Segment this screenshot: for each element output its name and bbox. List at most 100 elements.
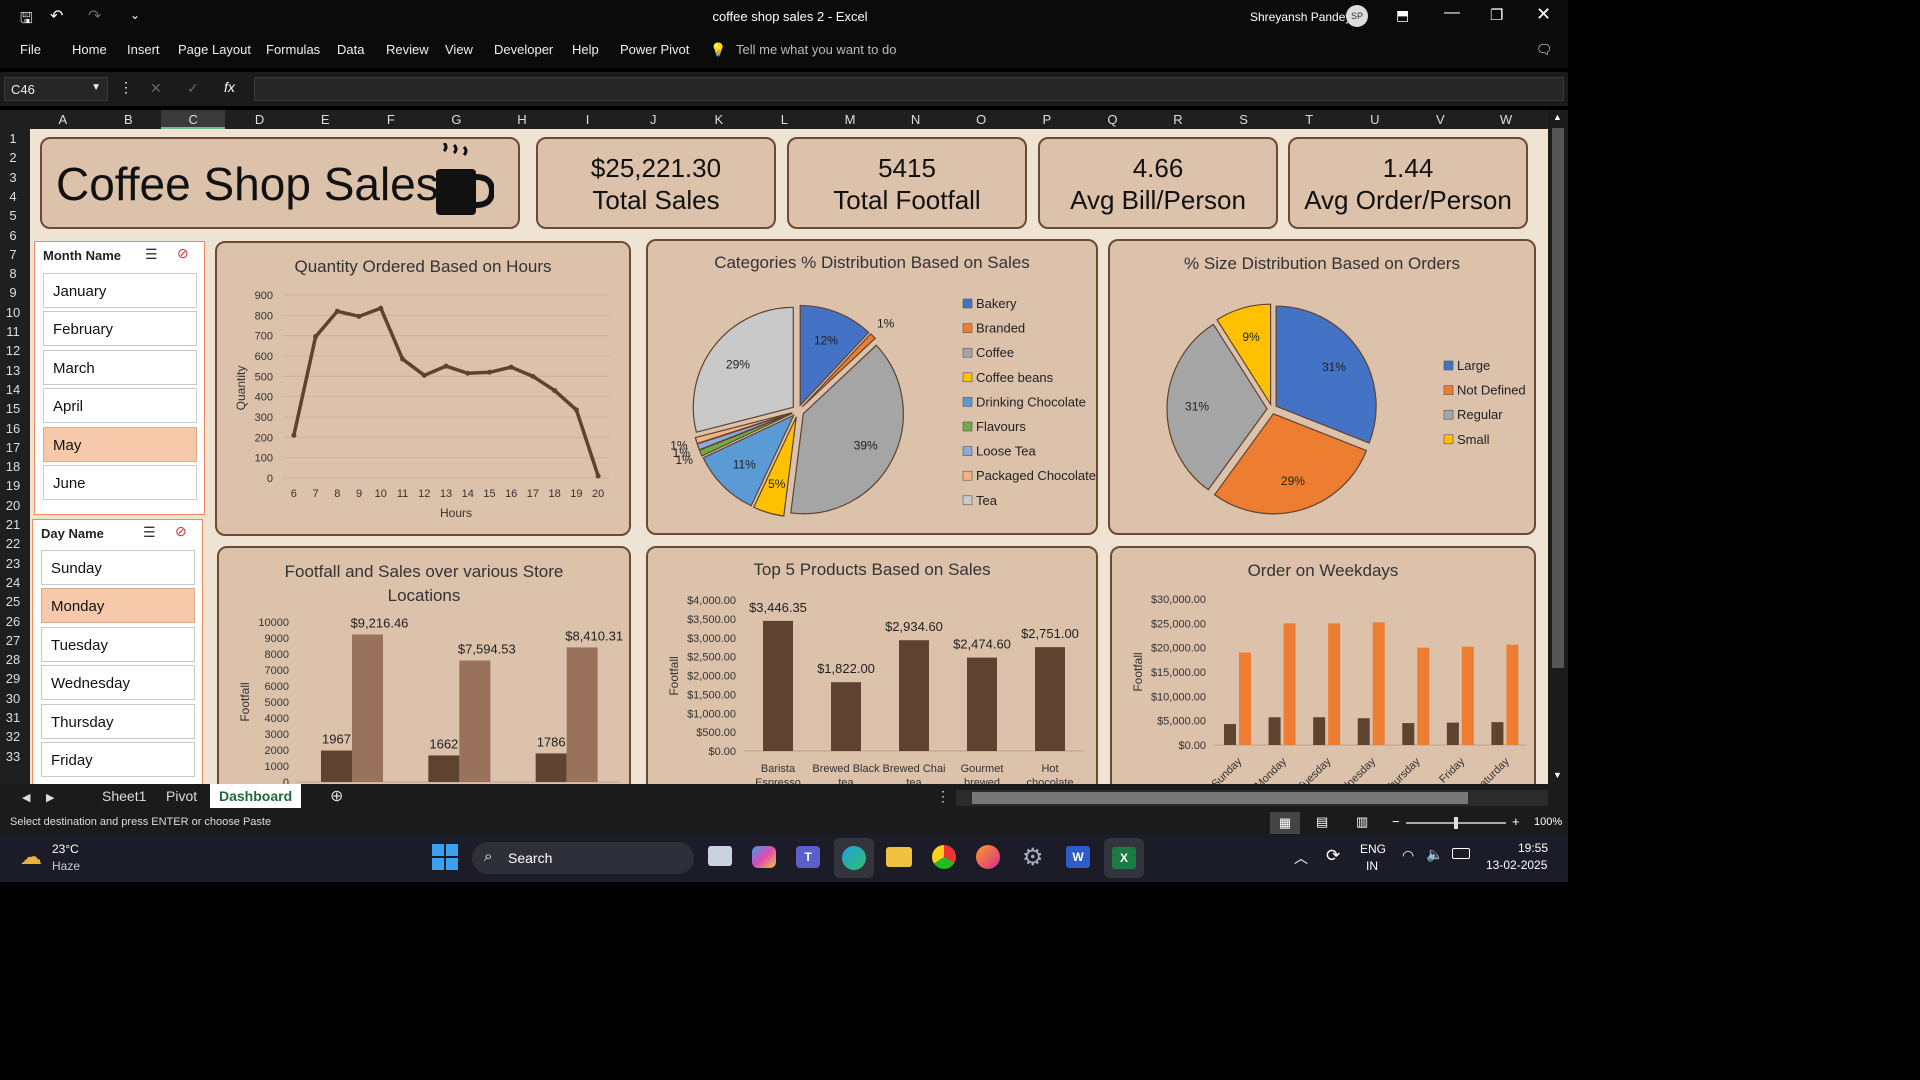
tab-formulas[interactable]: Formulas — [266, 42, 320, 57]
chrome-icon[interactable] — [932, 845, 956, 869]
slicer-item-april[interactable]: April — [43, 388, 197, 424]
sheet-tab-dashboard[interactable]: Dashboard — [210, 784, 302, 808]
row-header[interactable]: 33 — [0, 749, 26, 764]
firefox-icon[interactable] — [976, 845, 1000, 869]
row-header[interactable]: 2 — [0, 150, 26, 165]
column-header[interactable]: S — [1234, 112, 1254, 127]
row-header[interactable]: 11 — [0, 324, 26, 339]
row-header[interactable]: 23 — [0, 556, 26, 571]
row-header[interactable]: 31 — [0, 710, 26, 725]
zoom-level[interactable]: 100% — [1534, 816, 1562, 828]
row-header[interactable]: 27 — [0, 633, 26, 648]
scroll-thumb[interactable] — [972, 792, 1468, 804]
sync-icon[interactable]: ⟳ — [1326, 846, 1340, 866]
tab-power-pivot[interactable]: Power Pivot — [620, 42, 689, 57]
row-header[interactable]: 15 — [0, 401, 26, 416]
column-header[interactable]: I — [578, 112, 598, 127]
scroll-up-icon[interactable]: ▲ — [1553, 112, 1562, 122]
column-header[interactable]: P — [1037, 112, 1057, 127]
chevron-up-icon[interactable]: ︿ — [1294, 848, 1308, 868]
sheet-tab-sheet1[interactable]: Sheet1 — [102, 788, 146, 804]
settings-icon[interactable]: ⚙ — [1022, 843, 1044, 872]
task-view-icon[interactable] — [708, 846, 732, 866]
slicer-item-wednesday[interactable]: Wednesday — [41, 665, 195, 701]
tab-developer[interactable]: Developer — [494, 42, 553, 57]
clock-date[interactable]: 13-02-2025 — [1486, 858, 1547, 872]
clock-time[interactable]: 19:55 — [1518, 841, 1548, 855]
column-header[interactable]: T — [1299, 112, 1319, 127]
row-header[interactable]: 26 — [0, 614, 26, 629]
ribbon-display-icon[interactable]: ⬒ — [1396, 7, 1409, 24]
column-header[interactable]: F — [381, 112, 401, 127]
edge-icon[interactable] — [834, 838, 874, 878]
row-header[interactable]: 12 — [0, 343, 26, 358]
column-header[interactable]: R — [1168, 112, 1188, 127]
column-header[interactable]: H — [512, 112, 532, 127]
row-header[interactable]: 28 — [0, 652, 26, 667]
row-header[interactable]: 10 — [0, 305, 26, 320]
undo-icon[interactable]: ↶ — [50, 6, 63, 26]
row-header[interactable]: 18 — [0, 459, 26, 474]
row-header[interactable]: 32 — [0, 729, 26, 744]
column-header[interactable]: N — [906, 112, 926, 127]
save-icon[interactable]: 🖫 — [20, 8, 33, 33]
column-header[interactable]: E — [315, 112, 335, 127]
column-header[interactable]: G — [446, 112, 466, 127]
tab-home[interactable]: Home — [72, 42, 107, 57]
column-header[interactable]: C — [161, 110, 226, 129]
column-header[interactable]: V — [1430, 112, 1450, 127]
lang-primary[interactable]: ENG — [1360, 842, 1386, 856]
customize-toolbar-icon[interactable]: ⌄ — [130, 8, 140, 22]
name-box[interactable]: C46 ▼ — [4, 77, 108, 101]
start-icon[interactable] — [432, 844, 458, 870]
normal-view-icon[interactable]: ▦ — [1270, 812, 1300, 834]
word-icon[interactable]: W — [1066, 846, 1090, 868]
slicer-item-friday[interactable]: Friday — [41, 742, 195, 777]
column-header[interactable]: D — [250, 112, 270, 127]
row-header[interactable]: 16 — [0, 421, 26, 436]
minimize-icon[interactable]: — — [1444, 4, 1460, 22]
column-header[interactable]: K — [709, 112, 729, 127]
row-header[interactable]: 9 — [0, 285, 26, 300]
row-header[interactable]: 20 — [0, 498, 26, 513]
tab-help[interactable]: Help — [572, 42, 599, 57]
enter-icon[interactable]: ✓ — [187, 80, 199, 97]
tab-review[interactable]: Review — [386, 42, 429, 57]
page-layout-view-icon[interactable]: ▤ — [1316, 814, 1328, 830]
column-header[interactable]: Q — [1102, 112, 1122, 127]
row-header[interactable]: 24 — [0, 575, 26, 590]
user-name[interactable]: Shreyansh Pandey — [1250, 10, 1351, 24]
chevron-down-icon[interactable]: ▼ — [91, 82, 101, 93]
row-header[interactable]: 7 — [0, 247, 26, 262]
row-header[interactable]: 13 — [0, 363, 26, 378]
row-header[interactable]: 21 — [0, 517, 26, 532]
volume-icon[interactable]: 🔈 — [1426, 846, 1443, 863]
taskbar-search[interactable]: ⌕ Search — [472, 842, 694, 874]
battery-icon[interactable] — [1452, 848, 1470, 859]
column-header[interactable]: W — [1496, 112, 1516, 127]
row-header[interactable]: 4 — [0, 189, 26, 204]
vertical-scrollbar[interactable]: ▲ ▼ — [1548, 110, 1568, 784]
tab-page-layout[interactable]: Page Layout — [178, 42, 251, 57]
slicer-item-thursday[interactable]: Thursday — [41, 703, 195, 739]
zoom-out-icon[interactable]: − — [1392, 814, 1400, 829]
tab-view[interactable]: View — [445, 42, 473, 57]
tell-me-search[interactable]: Tell me what you want to do — [736, 42, 896, 57]
next-sheet-icon[interactable]: ▶ — [46, 791, 54, 804]
horizontal-scrollbar[interactable] — [956, 790, 1548, 806]
avatar[interactable]: SP — [1346, 5, 1368, 27]
slicer-item-january[interactable]: January — [43, 273, 197, 308]
add-sheet-icon[interactable]: ⊕ — [330, 786, 343, 806]
multi-select-icon[interactable]: ☰ — [145, 246, 158, 263]
row-header[interactable]: 5 — [0, 208, 26, 223]
slicer-item-sunday[interactable]: Sunday — [41, 550, 195, 585]
slicer-item-tuesday[interactable]: Tuesday — [41, 626, 195, 662]
zoom-in-icon[interactable]: + — [1512, 814, 1520, 829]
slicer-item-monday[interactable]: Monday — [41, 588, 195, 624]
more-options-icon[interactable]: ⋮ — [119, 79, 133, 96]
column-header[interactable]: L — [774, 112, 794, 127]
prev-sheet-icon[interactable]: ◀ — [22, 791, 30, 804]
zoom-slider-thumb[interactable] — [1454, 817, 1458, 829]
tab-insert[interactable]: Insert — [127, 42, 160, 57]
redo-icon[interactable]: ↷ — [88, 6, 101, 26]
